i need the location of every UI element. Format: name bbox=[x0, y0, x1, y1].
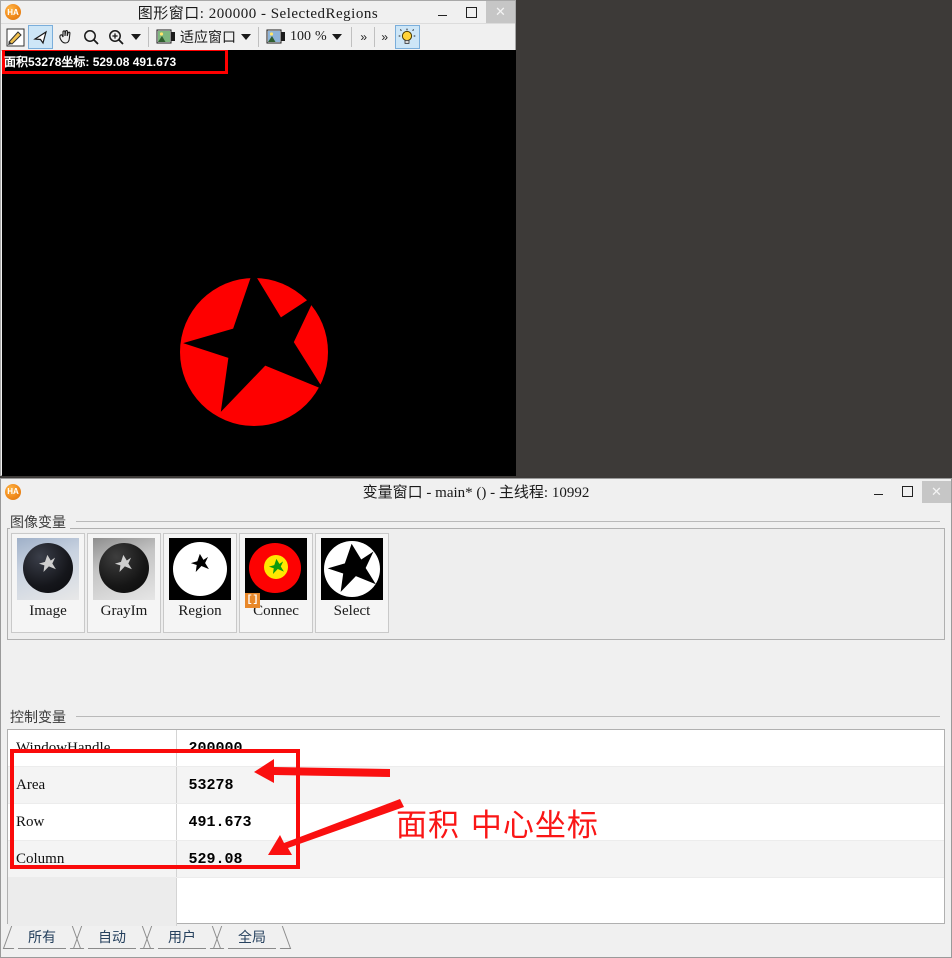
toolbar-separator-4 bbox=[373, 27, 375, 47]
graphics-maximize-button[interactable] bbox=[457, 1, 486, 23]
thumb-ball bbox=[23, 543, 73, 593]
minimize-icon bbox=[874, 494, 883, 495]
zoom-level-value[interactable]: 100 bbox=[288, 29, 313, 45]
zoom-level-icon[interactable] bbox=[263, 25, 288, 49]
callout-text: 面积 中心坐标 bbox=[396, 808, 599, 844]
graphics-close-button[interactable]: ✕ bbox=[486, 1, 515, 23]
halcon-logo-icon: HA bbox=[5, 483, 21, 500]
variable-value-cell: 529.08 bbox=[176, 840, 944, 878]
thumbnail-image bbox=[93, 538, 155, 600]
variable-window-buttons: ✕ bbox=[864, 480, 951, 503]
variable-value-cell: 53278 bbox=[176, 766, 944, 804]
toolbar-separator-3 bbox=[350, 27, 352, 47]
fit-window-label[interactable]: 适应窗口 bbox=[178, 27, 238, 47]
tab-auto[interactable]: 自动 bbox=[88, 926, 136, 949]
tab-group-auto[interactable]: 自动 bbox=[72, 926, 152, 949]
minimize-icon bbox=[438, 14, 447, 16]
thumbnail-image bbox=[321, 538, 383, 600]
thumb-ball bbox=[99, 543, 149, 593]
image-variable-card[interactable]: Select bbox=[315, 533, 389, 633]
thumbnail-image bbox=[169, 538, 231, 600]
variable-name-cell: WindowHandle bbox=[8, 730, 177, 767]
tab-group-user[interactable]: 用户 bbox=[142, 926, 222, 949]
magnifier-icon[interactable] bbox=[78, 25, 103, 49]
edit-region-icon[interactable] bbox=[3, 25, 28, 49]
variable-window-titlebar[interactable]: HA 变量窗口 - main* () - 主线程: 10992 ✕ bbox=[1, 479, 951, 504]
image-variables-panel: Image GrayIm Region [] Connec Select bbox=[7, 528, 945, 640]
close-icon: ✕ bbox=[495, 4, 506, 19]
toolbar-overflow-button-2[interactable]: » bbox=[377, 25, 393, 49]
variable-value-cell: 200000 bbox=[176, 730, 944, 767]
lightbulb-icon[interactable] bbox=[394, 25, 420, 49]
thumbnail-image bbox=[17, 538, 79, 600]
chevron-down-icon bbox=[241, 34, 251, 40]
graphics-window-buttons: ✕ bbox=[428, 1, 515, 23]
graphics-minimize-button[interactable] bbox=[428, 1, 457, 23]
image-variable-card[interactable]: [] Connec bbox=[239, 533, 313, 633]
fit-window-icon[interactable] bbox=[153, 25, 178, 49]
graphics-toolbar: 适应窗口 100 % » » bbox=[1, 24, 515, 51]
thumb-gray-ball-wrap bbox=[93, 538, 155, 600]
image-variable-card[interactable]: Image bbox=[11, 533, 85, 633]
halcon-logo-icon: HA bbox=[5, 4, 21, 20]
variable-name-cell: Area bbox=[8, 766, 177, 804]
tab-group-global[interactable]: 全局 bbox=[212, 926, 292, 949]
image-variable-card[interactable]: Region bbox=[163, 533, 237, 633]
variable-window-title: 变量窗口 - main* () - 主线程: 10992 bbox=[362, 485, 590, 501]
variable-minimize-button[interactable] bbox=[864, 480, 893, 503]
table-row[interactable]: Area 53278 bbox=[8, 766, 944, 804]
tab-global[interactable]: 全局 bbox=[228, 926, 276, 949]
image-variable-label: Select bbox=[333, 603, 371, 619]
graphics-window-titlebar[interactable]: HA 图形窗口: 200000 - SelectedRegions ✕ bbox=[1, 1, 515, 24]
variable-close-button[interactable]: ✕ bbox=[922, 480, 951, 503]
tab-user[interactable]: 用户 bbox=[158, 926, 206, 949]
graphics-canvas[interactable]: 面积53278坐标: 529.08 491.673 bbox=[2, 50, 516, 476]
control-vars-group-header: 控制变量 bbox=[10, 707, 940, 727]
image-variable-label: GrayIm bbox=[100, 603, 148, 619]
image-vars-group-label: 图像变量 bbox=[10, 512, 70, 532]
toolbar-overflow-button-1[interactable]: » bbox=[356, 25, 372, 49]
zoom-level-dropdown-arrow[interactable] bbox=[329, 25, 345, 49]
thumb-white-region bbox=[173, 542, 227, 596]
zoom-tools-dropdown-arrow[interactable] bbox=[128, 25, 144, 49]
connected-regions-badge: [] bbox=[245, 593, 260, 608]
image-variable-label: Region bbox=[178, 603, 222, 619]
control-vars-group-label: 控制变量 bbox=[10, 707, 70, 727]
status-overlay-text: 面积53278坐标: 529.08 491.673 bbox=[4, 55, 177, 69]
close-icon: ✕ bbox=[931, 483, 942, 499]
zoom-percent-sign: % bbox=[315, 29, 327, 44]
magnifier-plus-icon[interactable] bbox=[103, 25, 128, 49]
variable-scope-tabs: 所有 自动 用户 全局 bbox=[2, 926, 945, 952]
pointer-icon[interactable] bbox=[28, 25, 53, 49]
fit-window-dropdown-arrow[interactable] bbox=[238, 25, 254, 49]
maximize-icon bbox=[466, 6, 477, 18]
hand-pan-icon[interactable] bbox=[53, 25, 78, 49]
tab-group-all[interactable]: 所有 bbox=[2, 926, 82, 949]
chevron-down-icon bbox=[131, 34, 141, 40]
group-divider-line bbox=[76, 716, 940, 717]
graphics-window: HA 图形窗口: 200000 - SelectedRegions ✕ 适应窗口 bbox=[0, 0, 516, 476]
table-row[interactable]: WindowHandle 200000 bbox=[8, 730, 944, 767]
group-divider-line bbox=[76, 521, 940, 522]
table-row[interactable]: Column 529.08 bbox=[8, 840, 944, 878]
thumbnail-image bbox=[245, 538, 307, 600]
variable-maximize-button[interactable] bbox=[893, 480, 922, 503]
chevron-down-icon bbox=[331, 34, 342, 40]
maximize-icon bbox=[902, 486, 913, 497]
thumb-photo-ball-wrap bbox=[17, 538, 79, 600]
tab-all[interactable]: 所有 bbox=[18, 926, 66, 949]
variable-name-cell: Row bbox=[8, 803, 177, 841]
toolbar-separator-2 bbox=[258, 27, 259, 47]
toolbar-separator-1 bbox=[148, 27, 149, 47]
image-variable-label: Image bbox=[29, 603, 67, 619]
image-variable-card[interactable]: GrayIm bbox=[87, 533, 161, 633]
variable-name-cell: Column bbox=[8, 840, 177, 878]
